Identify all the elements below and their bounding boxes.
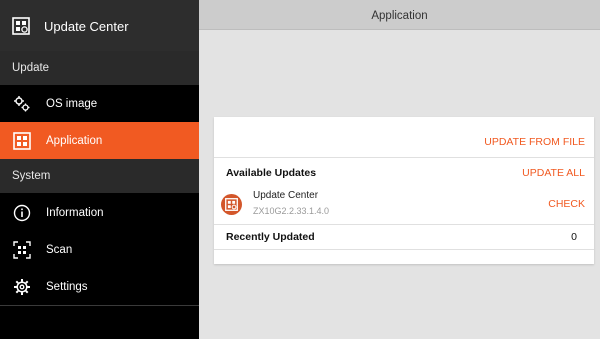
- sidebar-item-os-image[interactable]: OS image: [0, 85, 199, 122]
- header-bar: Application: [199, 0, 600, 30]
- app-title: Update Center: [44, 19, 129, 34]
- row-divider: [214, 249, 594, 250]
- update-item-version: ZX10G2.2.33.1.4.0: [253, 206, 330, 216]
- check-button[interactable]: CHECK: [548, 198, 585, 210]
- sidebar-header: Update Center: [0, 0, 199, 51]
- sidebar: Update Center Update OS image Applicatio…: [0, 0, 199, 339]
- recently-updated-count: 0: [571, 231, 577, 243]
- row-divider: [214, 224, 594, 225]
- sidebar-item-information[interactable]: Information: [0, 194, 199, 231]
- update-all-button[interactable]: UPDATE ALL: [522, 167, 585, 179]
- sidebar-divider: [0, 305, 199, 306]
- page-title: Application: [371, 10, 428, 22]
- main-content: Application UPDATE FROM FILE Available U…: [199, 0, 600, 339]
- sidebar-item-label: OS image: [46, 97, 98, 110]
- sidebar-item-label: Scan: [46, 243, 73, 256]
- update-item-name: Update Center: [253, 190, 319, 201]
- app-grid-icon: [13, 131, 31, 150]
- available-updates-title: Available Updates: [226, 167, 317, 179]
- row-divider: [214, 157, 594, 158]
- update-center-logo-icon: [12, 17, 30, 35]
- sidebar-item-settings[interactable]: Settings: [0, 268, 199, 305]
- scan-icon: [13, 240, 31, 259]
- gears-icon: [13, 95, 31, 113]
- sidebar-item-label: Application: [46, 134, 103, 147]
- update-center-app-icon: [221, 194, 242, 215]
- sidebar-item-scan[interactable]: Scan: [0, 231, 199, 268]
- sidebar-item-application[interactable]: Application: [0, 122, 199, 159]
- update-from-file-button[interactable]: UPDATE FROM FILE: [484, 136, 585, 148]
- recently-updated-title: Recently Updated: [226, 231, 315, 243]
- info-icon: [13, 204, 31, 222]
- sidebar-item-label: Information: [46, 206, 104, 219]
- section-header-update: Update: [0, 51, 199, 85]
- gear-icon: [13, 278, 31, 296]
- sidebar-item-label: Settings: [46, 280, 88, 293]
- application-card: UPDATE FROM FILE Available Updates UPDAT…: [214, 117, 594, 264]
- section-header-system: System: [0, 159, 199, 193]
